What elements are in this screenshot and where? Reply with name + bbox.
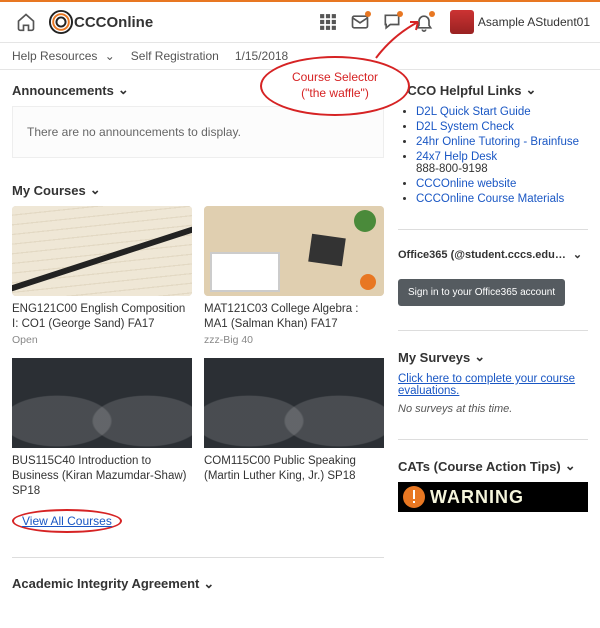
annotation-callout: Course Selector ("the waffle") (260, 56, 410, 116)
chevron-down-icon: ⌄ (105, 49, 115, 63)
helpful-links-header[interactable]: CCCO Helpful Links⌄ (398, 82, 588, 98)
course-thumb (204, 206, 384, 296)
helpful-links-widget: CCCO Helpful Links⌄ D2L Quick Start Guid… (398, 82, 588, 205)
course-selector-waffle-icon[interactable] (314, 8, 342, 36)
brand-text: CCCOnline (74, 14, 153, 31)
chevron-down-icon: ⌄ (474, 349, 485, 365)
self-registration-link[interactable]: Self Registration (131, 49, 219, 63)
user-menu[interactable]: Asample AStudent01 (478, 15, 590, 29)
chevron-down-icon: ⌄ (526, 82, 537, 98)
help-link[interactable]: D2L Quick Start Guide (416, 106, 531, 118)
course-card[interactable]: Course StartsJan 22, 2018 at 12:00 AM BU… (12, 358, 192, 499)
help-link[interactable]: 24hr Online Tutoring - Brainfuse (416, 136, 579, 148)
chevron-down-icon: ⌄ (565, 458, 576, 474)
chevron-down-icon: ⌄ (573, 248, 582, 261)
course-sub: zzz-Big 40 (204, 334, 384, 346)
office365-signin-button[interactable]: Sign in to your Office365 account (398, 279, 565, 306)
office365-widget: Office365 (@student.cccs.edu… ⌄ Sign in … (398, 248, 588, 306)
brand-logo-icon (48, 9, 74, 35)
chevron-down-icon: ⌄ (90, 182, 101, 198)
cats-widget: CATs (Course Action Tips)⌄ WARNING (398, 458, 588, 512)
chevron-down-icon: ⌄ (203, 576, 214, 592)
help-resources-menu[interactable]: Help Resources ⌄ (12, 49, 115, 63)
help-link[interactable]: CCCOnline Course Materials (416, 193, 564, 205)
course-sub: Open (12, 334, 192, 346)
brand[interactable]: CCCOnline (48, 9, 153, 35)
my-courses-header[interactable]: My Courses⌄ (12, 182, 384, 198)
academic-integrity-widget: Academic Integrity Agreement⌄ (12, 576, 384, 592)
avatar[interactable] (450, 10, 474, 34)
my-surveys-header[interactable]: My Surveys⌄ (398, 349, 588, 365)
course-title: ENG121C00 English Composition I: CO1 (Ge… (12, 302, 192, 332)
survey-evaluations-link[interactable]: Click here to complete your course evalu… (398, 373, 588, 397)
surveys-empty: No surveys at this time. (398, 403, 588, 415)
course-card[interactable]: Course StartsJan 22, 2018 at 12:01 AM CO… (204, 358, 384, 499)
home-icon[interactable] (12, 8, 40, 36)
course-title: BUS115C40 Introduction to Business (Kira… (12, 454, 192, 499)
course-title: MAT121C03 College Algebra : MA1 (Salman … (204, 302, 384, 332)
course-title: COM115C00 Public Speaking (Martin Luther… (204, 454, 384, 484)
help-link[interactable]: 24x7 Help Desk (416, 151, 497, 163)
warning-banner: WARNING (398, 482, 588, 512)
my-courses-widget: My Courses⌄ ENG121C00 English Compositio… (12, 182, 384, 533)
callout-arrow-icon (368, 20, 428, 62)
chevron-down-icon: ⌄ (118, 82, 129, 98)
warning-icon (402, 485, 426, 509)
course-thumb: Course StartsJan 22, 2018 at 12:01 AM (204, 358, 384, 448)
help-link[interactable]: CCCOnline website (416, 178, 516, 190)
help-phone: 888-800-9198 (416, 163, 488, 175)
academic-integrity-header[interactable]: Academic Integrity Agreement⌄ (12, 576, 384, 592)
course-card[interactable]: MAT121C03 College Algebra : MA1 (Salman … (204, 206, 384, 346)
course-thumb (12, 206, 192, 296)
office365-header[interactable]: Office365 (@student.cccs.edu… ⌄ (398, 248, 588, 261)
course-card[interactable]: ENG121C00 English Composition I: CO1 (Ge… (12, 206, 192, 346)
help-link[interactable]: D2L System Check (416, 121, 514, 133)
cats-header[interactable]: CATs (Course Action Tips)⌄ (398, 458, 588, 474)
view-all-courses-link[interactable]: View All Courses (12, 509, 122, 533)
course-thumb: Course StartsJan 22, 2018 at 12:00 AM (12, 358, 192, 448)
my-surveys-widget: My Surveys⌄ Click here to complete your … (398, 349, 588, 415)
